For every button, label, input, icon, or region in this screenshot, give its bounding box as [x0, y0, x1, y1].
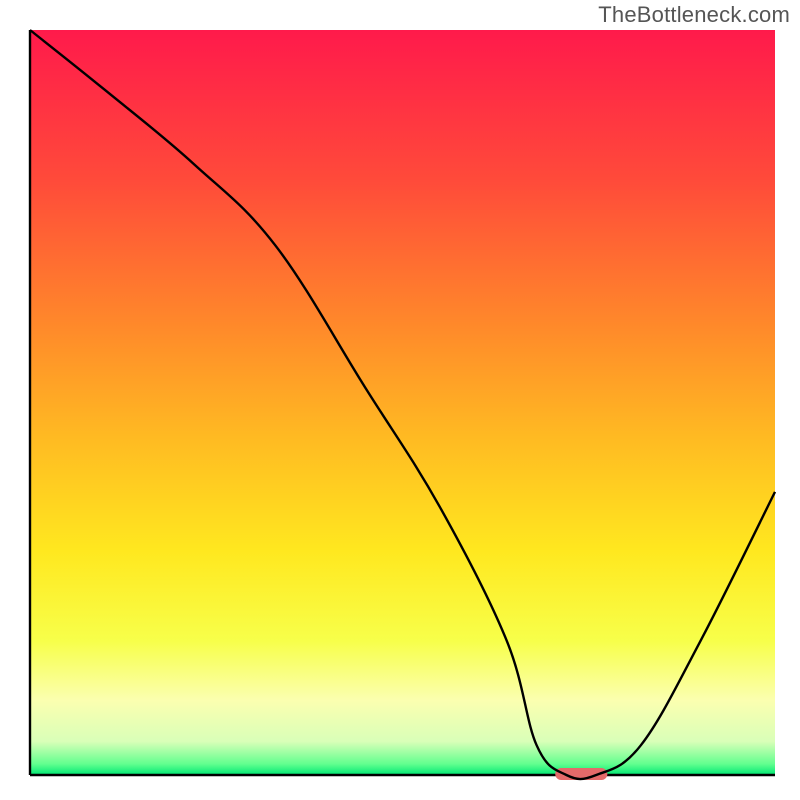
gradient-background	[30, 30, 775, 775]
watermark-text: TheBottleneck.com	[598, 2, 790, 28]
chart-container: { "watermark": "TheBottleneck.com", "cha…	[0, 0, 800, 800]
bottleneck-chart	[0, 0, 800, 800]
